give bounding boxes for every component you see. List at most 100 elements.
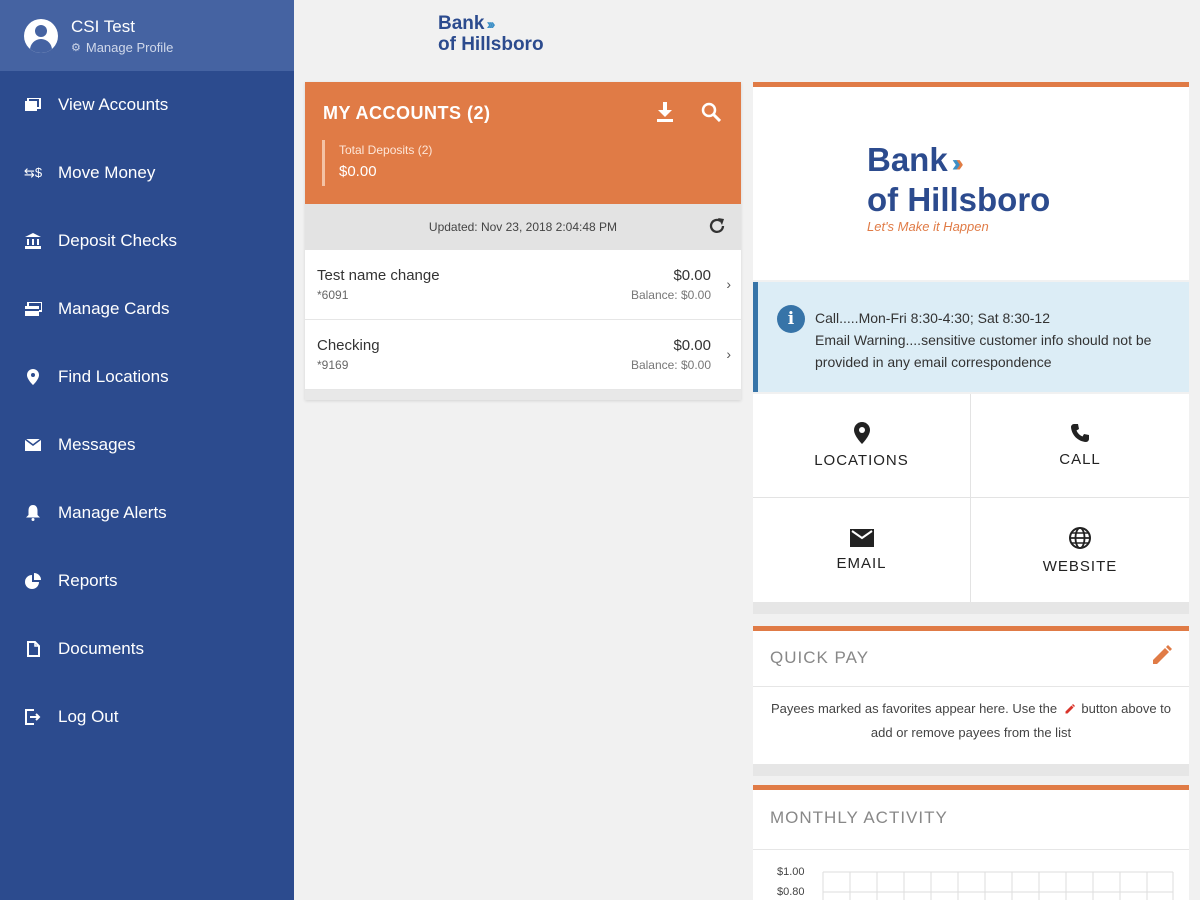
accounts-footer: [305, 390, 741, 400]
location-pin-icon: [24, 368, 42, 386]
sidebar: CSI Test ⚙ Manage Profile View Accounts …: [0, 0, 294, 900]
locations-label: LOCATIONS: [814, 452, 909, 469]
total-deposits: Total Deposits (2) $0.00: [322, 140, 432, 186]
account-row[interactable]: Test name change *6091 $0.00 Balance: $0…: [305, 250, 741, 320]
sidebar-item-move-money[interactable]: ⇆$ Move Money: [0, 139, 294, 207]
y-tick-label: $1.00: [777, 866, 805, 878]
logo-chevrons-icon: ›››: [486, 16, 495, 33]
account-balance: Balance: $0.00: [630, 288, 711, 302]
search-icon: [701, 102, 721, 122]
refresh-icon: [709, 218, 725, 233]
quick-pay-footer: [753, 764, 1189, 776]
sidebar-item-label: Deposit Checks: [58, 231, 178, 250]
globe-icon: [1069, 526, 1091, 549]
bank-logo-line2: of Hillsboro: [867, 181, 1051, 218]
search-button[interactable]: [699, 100, 723, 124]
bank-tagline: Let's Make it Happen: [867, 219, 989, 234]
website-button[interactable]: WEBSITE: [971, 498, 1189, 602]
email-label: EMAIL: [836, 554, 887, 572]
gear-icon: ⚙: [71, 41, 81, 54]
info-notice: i Call.....Mon-Fri 8:30-4:30; Sat 8:30-1…: [753, 282, 1189, 392]
updated-timestamp: Updated: Nov 23, 2018 2:04:48 PM: [428, 220, 618, 234]
monthly-activity-chart: $1.00 $0.80: [753, 850, 1189, 900]
sidebar-item-reports[interactable]: Reports: [0, 547, 294, 615]
chart-grid: [822, 871, 1174, 900]
sidebar-item-label: Log Out: [58, 707, 119, 726]
bank-logo: Bank ››› of Hillsboro Let's Make it Happe…: [867, 141, 1051, 235]
logout-icon: [24, 708, 42, 726]
bell-icon: [24, 504, 42, 522]
account-row[interactable]: Checking *9169 $0.00 Balance: $0.00 ›: [305, 320, 741, 390]
sidebar-nav: View Accounts ⇆$ Move Money Deposit Chec…: [0, 71, 294, 751]
accounts-title: MY ACCOUNTS (2): [323, 103, 491, 123]
envelope-icon: [24, 436, 42, 454]
edit-payees-button[interactable]: [1150, 645, 1172, 672]
logo-line1: Bank: [438, 13, 485, 34]
accounts-panel: MY ACCOUNTS (2) Total Deposits (2) $0.00…: [305, 82, 741, 400]
contact-footer: [753, 602, 1189, 614]
phone-icon: [1071, 424, 1089, 442]
call-label: CALL: [1059, 451, 1101, 468]
manage-profile-link[interactable]: ⚙ Manage Profile: [71, 40, 173, 55]
quick-pay-help: Payees marked as favorites appear here. …: [753, 687, 1189, 745]
account-balance: Balance: $0.00: [630, 358, 711, 372]
accounts-header: MY ACCOUNTS (2) Total Deposits (2) $0.00: [305, 82, 741, 204]
sidebar-item-label: Messages: [58, 435, 136, 454]
sidebar-item-label: Manage Cards: [58, 299, 170, 318]
pie-chart-icon: [24, 572, 42, 590]
document-icon: [24, 640, 42, 658]
logo-line2: of Hillsboro: [438, 34, 544, 55]
quick-pay-title: QUICK PAY: [770, 648, 870, 667]
monthly-activity-card: MONTHLY ACTIVITY $1.00 $0.80: [753, 785, 1189, 900]
account-number: *9169: [317, 358, 349, 372]
account-name: Test name change: [317, 267, 440, 284]
download-button[interactable]: [653, 100, 677, 124]
total-deposits-label: Total Deposits (2): [339, 143, 433, 157]
info-email-warning: Email Warning....sensitive customer info…: [815, 332, 1152, 370]
info-icon: i: [777, 305, 805, 333]
bank-logo-card: Bank ››› of Hillsboro Let's Make it Happe…: [753, 82, 1189, 280]
move-money-icon: ⇆$: [23, 165, 43, 180]
sidebar-item-log-out[interactable]: Log Out: [0, 683, 294, 751]
manage-profile-label: Manage Profile: [85, 39, 174, 55]
bank-logo-line1: Bank: [867, 141, 948, 178]
sidebar-item-label: View Accounts: [58, 95, 169, 114]
sidebar-item-deposit-checks[interactable]: Deposit Checks: [0, 207, 294, 275]
pencil-icon: [1153, 645, 1172, 664]
email-button[interactable]: EMAIL: [753, 498, 971, 602]
sidebar-item-messages[interactable]: Messages: [0, 411, 294, 479]
website-label: WEBSITE: [1042, 557, 1118, 575]
refresh-button[interactable]: [707, 216, 727, 239]
locations-button[interactable]: LOCATIONS: [753, 394, 971, 498]
avatar-icon: [24, 18, 58, 53]
sidebar-item-manage-alerts[interactable]: Manage Alerts: [0, 479, 294, 547]
sidebar-item-label: Reports: [58, 571, 118, 590]
sidebar-item-manage-cards[interactable]: Manage Cards: [0, 275, 294, 343]
sidebar-item-label: Move Money: [58, 163, 156, 182]
cards-icon: [24, 300, 42, 318]
profile-header[interactable]: CSI Test ⚙ Manage Profile: [0, 0, 294, 71]
sidebar-item-label: Find Locations: [58, 367, 169, 386]
profile-name: CSI Test: [71, 16, 135, 36]
account-name: Checking: [317, 337, 380, 354]
sidebar-item-find-locations[interactable]: Find Locations: [0, 343, 294, 411]
contact-grid: LOCATIONS CALL EMAIL WEBSITE: [753, 394, 1189, 602]
header-logo: Bank ››› of Hillsboro: [438, 14, 568, 58]
envelope-icon: [849, 528, 874, 547]
chevron-right-icon: ›: [726, 276, 731, 292]
call-button[interactable]: CALL: [971, 394, 1189, 498]
sidebar-item-documents[interactable]: Documents: [0, 615, 294, 683]
account-amount: $0.00: [673, 337, 711, 354]
updated-bar: Updated: Nov 23, 2018 2:04:48 PM: [305, 204, 741, 250]
logo-chevrons-icon: ›››: [951, 150, 964, 177]
pencil-icon: [1065, 704, 1075, 714]
y-tick-label: $0.80: [777, 886, 805, 898]
bank-icon: [24, 232, 42, 250]
accounts-icon: [24, 96, 42, 114]
chevron-right-icon: ›: [726, 346, 731, 362]
sidebar-item-view-accounts[interactable]: View Accounts: [0, 71, 294, 139]
total-deposits-value: $0.00: [339, 163, 377, 180]
location-pin-icon: [853, 422, 870, 444]
sidebar-item-label: Documents: [58, 639, 144, 658]
sidebar-item-label: Manage Alerts: [58, 503, 167, 522]
